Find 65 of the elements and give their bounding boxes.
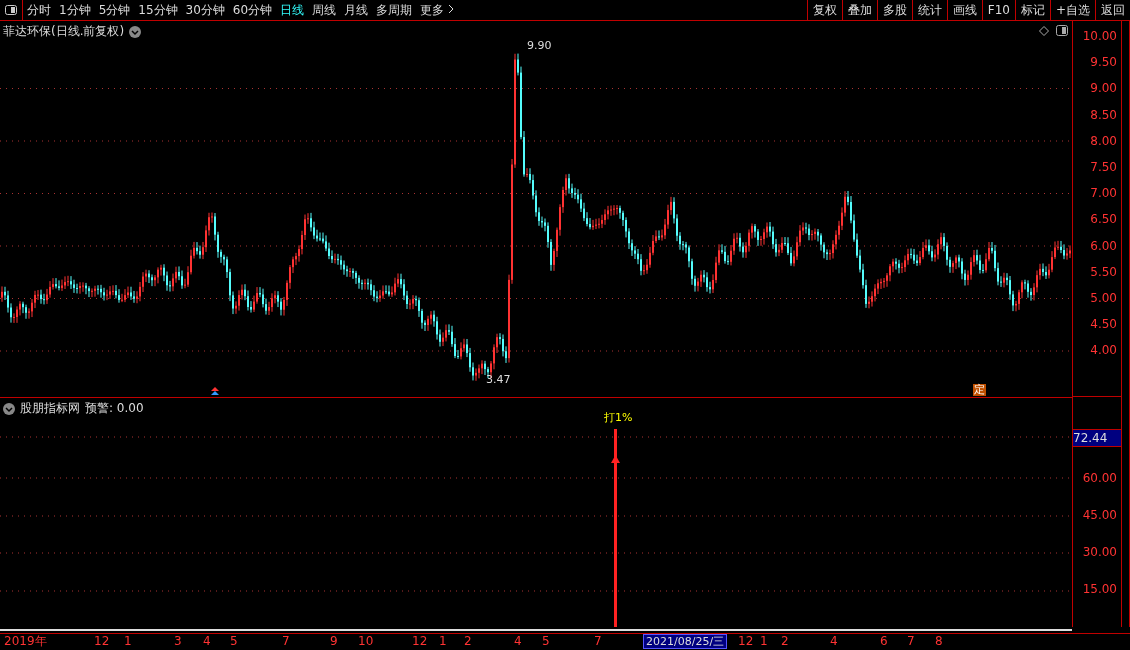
price-axis-label: 8.50	[1089, 107, 1118, 122]
period-tab[interactable]: 15分钟	[134, 0, 182, 20]
dropdown-icon[interactable]	[129, 25, 142, 38]
current-value-label: 72.44	[1073, 429, 1121, 447]
period-tab[interactable]: 月线	[340, 0, 373, 20]
low-price-label: 3.47	[486, 373, 511, 386]
more-menu[interactable]: 更多	[416, 0, 458, 20]
indicator-axis-label: 30.00	[1081, 545, 1118, 559]
period-tab[interactable]: 5分钟	[94, 0, 135, 20]
dropdown-icon[interactable]	[3, 402, 15, 415]
price-axis-label: 6.00	[1089, 238, 1118, 253]
price-axis-label: 4.50	[1089, 317, 1118, 332]
price-axis-label: 7.00	[1089, 186, 1118, 201]
alert-value: 预警: 0.00	[85, 400, 144, 417]
time-axis-label: 1	[123, 634, 133, 649]
chevron-right-icon	[447, 4, 454, 14]
time-axis-label: 7	[906, 634, 916, 649]
period-tab[interactable]: 分时	[23, 0, 55, 20]
time-axis-label: 7	[281, 634, 291, 649]
time-axis-label: 10	[357, 634, 375, 649]
time-axis-label: 2021/08/25/三	[643, 634, 728, 649]
time-axis-label: 5	[541, 634, 551, 649]
time-axis-label: 6	[879, 634, 889, 649]
price-axis-label: 8.00	[1089, 133, 1118, 148]
time-axis-label: 4	[829, 634, 839, 649]
time-axis-label: 12	[737, 634, 755, 649]
period-tab[interactable]: 多周期	[372, 0, 417, 20]
period-tab[interactable]: 60分钟	[228, 0, 277, 20]
price-axis-label: 10.00	[1081, 29, 1118, 43]
time-axis-label: 2	[780, 634, 790, 649]
indicator-axis-label: 60.00	[1081, 471, 1118, 485]
time-axis-label: 12	[411, 634, 429, 649]
time-axis-label: 12	[93, 634, 111, 649]
period-tab[interactable]: 1分钟	[55, 0, 95, 20]
time-axis-label: 2	[463, 634, 473, 649]
time-axis-label: 9	[329, 634, 339, 649]
indicator-axis-label: 15.00	[1081, 582, 1118, 596]
time-axis-label: 1	[438, 634, 448, 649]
time-axis-label: 2019年	[3, 634, 48, 649]
signal-label: 打1%	[604, 410, 633, 425]
price-axis-label: 5.00	[1089, 290, 1118, 305]
price-axis-label: 7.50	[1089, 159, 1118, 174]
time-axis-label: 1	[759, 634, 769, 649]
signal-arrow-icon	[211, 387, 219, 395]
price-axis-label: 6.50	[1089, 212, 1118, 227]
time-axis-label: 8	[934, 634, 944, 649]
time-axis-label: 5	[229, 634, 239, 649]
price-axis-label: 9.50	[1089, 55, 1118, 70]
time-axis-label: 4	[513, 634, 523, 649]
price-axis-label: 5.50	[1089, 264, 1118, 279]
marker-badge: 定	[973, 384, 986, 396]
diamond-icon[interactable]	[1039, 26, 1049, 36]
high-price-label: 9.90	[527, 39, 552, 52]
period-tab[interactable]: 日线	[276, 0, 309, 20]
period-tab[interactable]: 周线	[308, 0, 341, 20]
indicator-axis-label: 45.00	[1081, 508, 1118, 522]
chart-title: 菲达环保(日线.前复权)	[3, 23, 125, 40]
time-axis-label: 3	[173, 634, 183, 649]
time-axis-label: 7	[593, 634, 603, 649]
panel-toggle-icon[interactable]	[1056, 25, 1068, 36]
price-axis-label: 4.00	[1089, 343, 1118, 358]
indicator-title: 股朋指标网	[20, 400, 80, 417]
price-axis-label: 9.00	[1089, 81, 1118, 96]
time-axis-label: 4	[202, 634, 212, 649]
period-tab[interactable]: 30分钟	[181, 0, 229, 20]
